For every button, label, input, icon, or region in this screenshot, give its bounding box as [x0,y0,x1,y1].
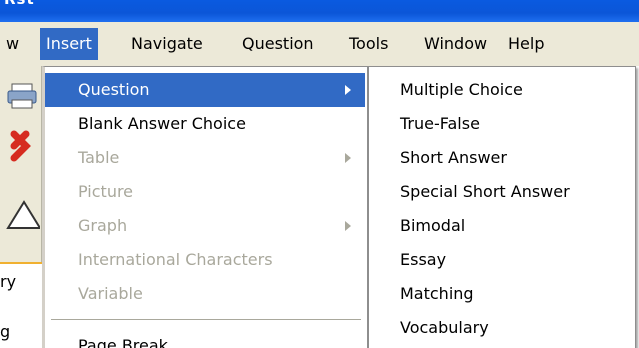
menu-item-label: Picture [78,182,134,201]
menu-item-label: Question [78,80,150,99]
submenu-arrow-icon [345,85,351,95]
submenu-item-true-false[interactable]: True-False [369,107,635,141]
document-text-fragment: g [0,322,11,341]
document-text-fragment: ry [0,272,17,291]
title-bar: Rst [0,0,639,22]
menu-item-page-break[interactable]: Page Break [45,329,365,348]
submenu-item-multiple-choice[interactable]: Multiple Choice [369,73,635,107]
menu-item-blank-answer-choice[interactable]: Blank Answer Choice [45,107,365,141]
menu-question[interactable]: Question [236,28,320,60]
menu-item-label: International Characters [78,250,273,269]
menu-item-label: Variable [78,284,143,303]
menu-item-label: Page Break [78,336,168,348]
menu-item-picture: Picture [45,175,365,209]
menu-separator [51,319,361,320]
window-title: Rst [4,0,35,8]
menu-item-question[interactable]: Question [45,73,365,107]
menu-item-label: Blank Answer Choice [78,114,246,133]
menu-tools[interactable]: Tools [343,28,394,60]
insert-menu: Question Blank Answer Choice Table Pictu… [42,66,368,348]
submenu-arrow-icon [345,221,351,231]
submenu-item-vocabulary[interactable]: Vocabulary [369,311,635,345]
menu-item-label: Table [78,148,120,167]
submenu-item-essay[interactable]: Essay [369,243,635,277]
menu-item-label: Graph [78,216,128,235]
menu-help[interactable]: Help [502,28,550,60]
submenu-item-special-short-answer[interactable]: Special Short Answer [369,175,635,209]
menu-item-international-characters: International Characters [45,243,365,277]
menu-navigate[interactable]: Navigate [125,28,209,60]
menu-item-variable: Variable [45,277,365,311]
submenu-item-matching[interactable]: Matching [369,277,635,311]
triangle-icon[interactable] [0,196,42,236]
document-area[interactable]: ry g [0,262,42,348]
print-icon[interactable] [0,74,40,114]
delete-icon[interactable] [0,126,40,166]
menu-view[interactable]: w [0,28,25,60]
submenu-arrow-icon [345,153,351,163]
menu-bar: w Insert Navigate Question Tools Window … [0,22,639,66]
menu-insert[interactable]: Insert [40,28,98,60]
screenshot-frame: Rst w Insert Navigate Question Tools Win… [0,0,639,348]
menu-window[interactable]: Window [418,28,493,60]
menu-item-graph: Graph [45,209,365,243]
submenu-item-short-answer[interactable]: Short Answer [369,141,635,175]
submenu-item-bimodal[interactable]: Bimodal [369,209,635,243]
menu-item-table: Table [45,141,365,175]
question-submenu: Multiple Choice True-False Short Answer … [368,66,636,348]
